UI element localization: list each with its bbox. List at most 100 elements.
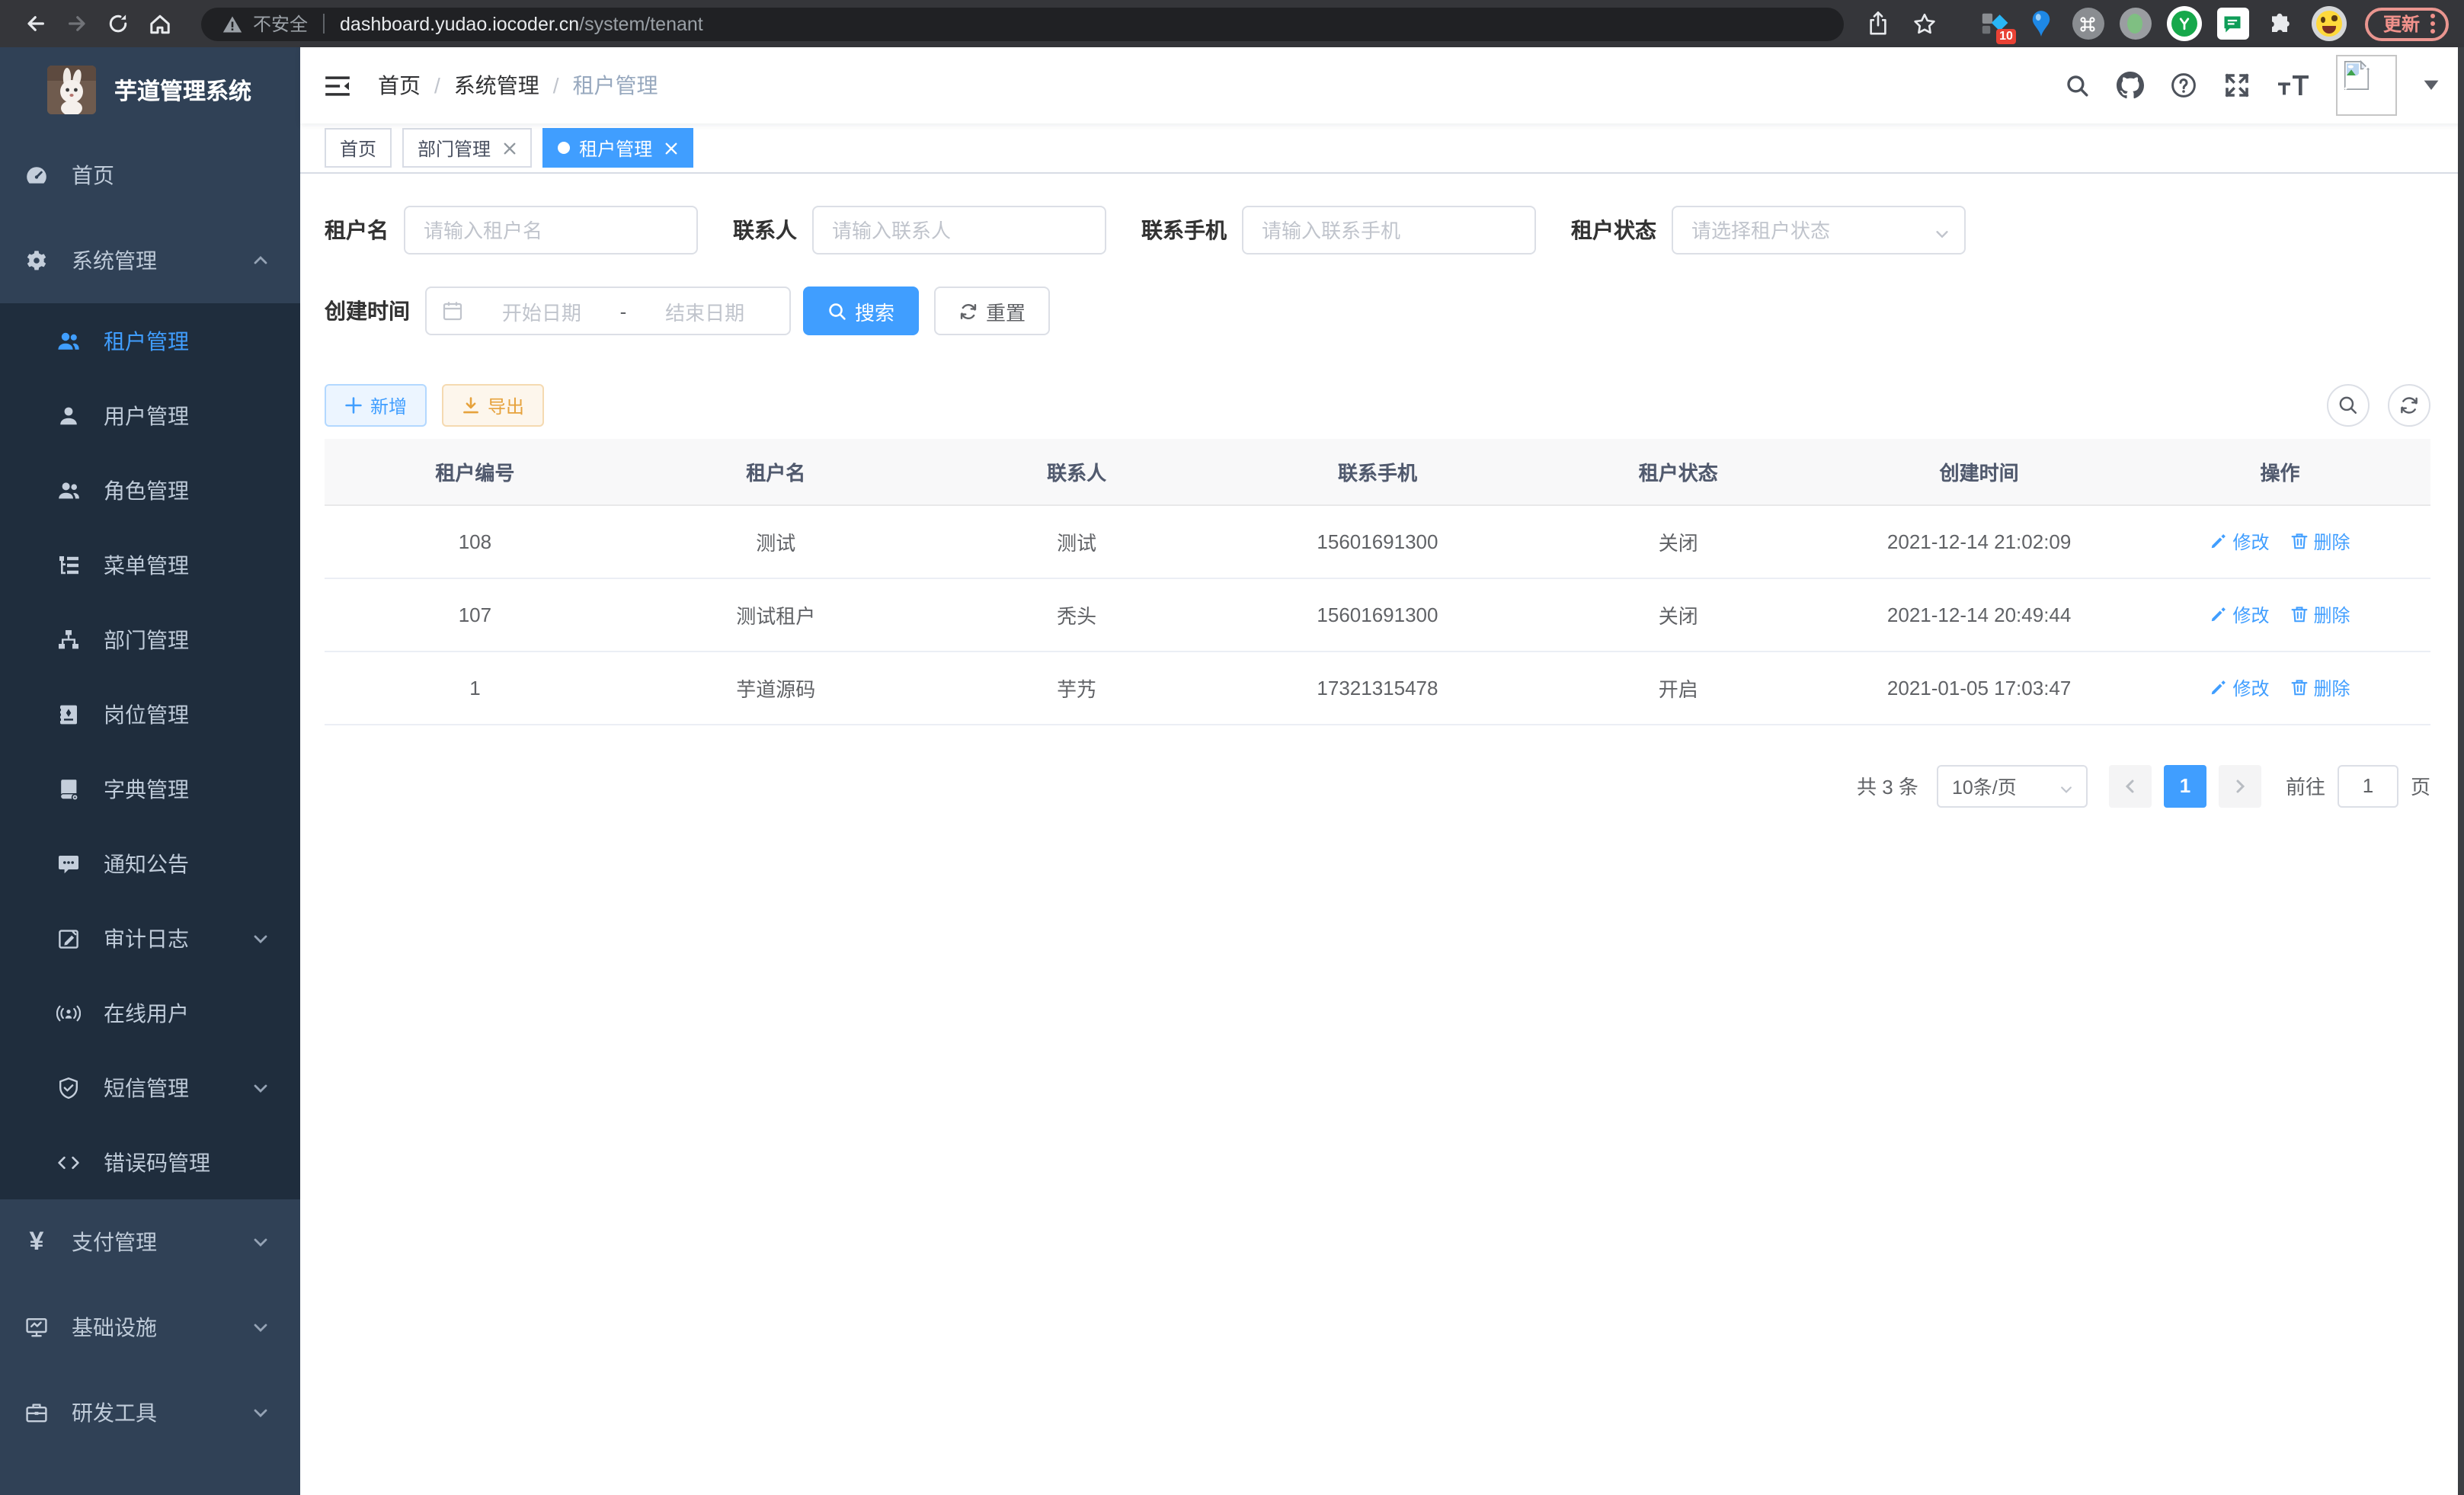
browser-reload-button[interactable] [98, 3, 139, 44]
status-select-input[interactable] [1672, 206, 1966, 255]
goto-page-input[interactable] [2338, 764, 2398, 807]
close-icon[interactable] [503, 141, 517, 155]
sidebar-item-system[interactable]: 系统管理 [0, 218, 300, 303]
help-icon[interactable] [2170, 72, 2197, 99]
tab-tenant[interactable]: 租户管理 [542, 128, 693, 168]
browser-update-button[interactable]: 更新 [2365, 7, 2449, 40]
sidebar-item-label: 角色管理 [104, 475, 189, 505]
add-button[interactable]: 新增 [325, 384, 427, 427]
app-logo[interactable]: 芋道管理系统 [0, 47, 300, 133]
extensions-puzzle-icon[interactable] [2264, 8, 2296, 40]
export-button[interactable]: 导出 [442, 384, 544, 427]
tenant-name-input[interactable] [404, 206, 698, 255]
post-badge-icon [56, 702, 81, 726]
sidebar-item-notice[interactable]: 通知公告 [0, 826, 300, 901]
extension-chat-icon[interactable] [2217, 8, 2249, 40]
address-bar[interactable]: 不安全 dashboard.yudao.iocoder.cn /system/t… [201, 7, 1844, 40]
fullscreen-icon[interactable] [2223, 72, 2251, 99]
sidebar-item-posts[interactable]: 岗位管理 [0, 677, 300, 751]
logo-rabbit-avatar [47, 66, 96, 114]
extension-y-logo-icon[interactable] [2167, 6, 2202, 41]
url-path[interactable]: /system/tenant [579, 13, 703, 34]
search-button[interactable]: 搜索 [803, 287, 919, 335]
breadcrumb-separator: / [553, 73, 559, 98]
prev-page-button[interactable] [2109, 764, 2152, 807]
user-menu-caret-icon[interactable] [2423, 79, 2440, 91]
contact-label: 联系人 [733, 215, 797, 245]
main-area: 首页 / 系统管理 / 租户管理 [300, 47, 2464, 1495]
delete-link[interactable]: 删除 [2291, 674, 2350, 700]
profile-avatar-emoji[interactable] [2312, 6, 2347, 41]
mobile-label: 联系手机 [1141, 215, 1227, 245]
col-contact: 联系人 [926, 439, 1227, 504]
contact-input[interactable] [812, 206, 1106, 255]
sidebar-collapse-icon[interactable] [325, 74, 350, 97]
filter-mobile: 联系手机 [1141, 206, 1536, 255]
font-size-icon[interactable] [2277, 72, 2310, 99]
add-button-label: 新增 [370, 392, 407, 418]
sidebar-item-error-code[interactable]: 错误码管理 [0, 1125, 300, 1199]
sidebar-item-menus[interactable]: 菜单管理 [0, 527, 300, 602]
tab-dept[interactable]: 部门管理 [402, 128, 532, 168]
breadcrumb-system[interactable]: 系统管理 [454, 70, 539, 101]
sidebar-item-depts[interactable]: 部门管理 [0, 602, 300, 677]
tab-home[interactable]: 首页 [325, 128, 392, 168]
sms-shield-icon [56, 1075, 81, 1100]
col-actions: 操作 [2130, 439, 2430, 504]
browser-forward-button[interactable] [56, 3, 98, 44]
sidebar-item-roles[interactable]: 角色管理 [0, 453, 300, 527]
user-avatar-broken-image[interactable] [2336, 55, 2397, 116]
page-number-current[interactable]: 1 [2164, 764, 2206, 807]
security-label[interactable]: 不安全 [253, 11, 308, 37]
sidebar-item-home[interactable]: 首页 [0, 133, 300, 218]
window-scrollbar-edge[interactable] [2458, 47, 2464, 1495]
sidebar-item-dict[interactable]: 字典管理 [0, 751, 300, 826]
extension-pin-icon[interactable] [2025, 8, 2057, 40]
mobile-input[interactable] [1242, 206, 1536, 255]
search-icon[interactable] [2065, 72, 2091, 98]
extension-recorder-icon[interactable] [2120, 8, 2152, 40]
bookmark-star-icon[interactable] [1909, 8, 1941, 40]
date-start-placeholder[interactable]: 开始日期 [472, 296, 611, 325]
url-host[interactable]: dashboard.yudao.iocoder.cn [340, 13, 579, 34]
reset-button[interactable]: 重置 [934, 287, 1050, 335]
date-range-picker[interactable]: 开始日期 - 结束日期 [425, 287, 791, 335]
sidebar-item-online-users[interactable]: 在线用户 [0, 975, 300, 1050]
toggle-search-icon[interactable] [2327, 384, 2370, 427]
tenant-name-label: 租户名 [325, 215, 389, 245]
status-select[interactable] [1672, 206, 1966, 255]
edit-link[interactable]: 修改 [2210, 601, 2270, 627]
extension-command-icon[interactable] [2072, 8, 2104, 40]
edit-link[interactable]: 修改 [2210, 674, 2270, 700]
extension-tag-manager-icon[interactable]: 10 [1978, 8, 2010, 40]
browser-menu-dots-icon[interactable] [2430, 14, 2435, 34]
page-size-value: 10条/页 [1952, 771, 2017, 800]
sidebar-item-tenant[interactable]: 租户管理 [0, 303, 300, 378]
tabs-bar: 首页 部门管理 租户管理 [300, 123, 2464, 174]
sidebar-item-label: 用户管理 [104, 400, 189, 431]
page-size-select[interactable]: 10条/页 [1937, 764, 2088, 807]
browser-back-button[interactable] [15, 3, 56, 44]
sidebar-item-audit-log[interactable]: 审计日志 [0, 901, 300, 975]
col-status: 租户状态 [1528, 439, 1829, 504]
sidebar-item-sms[interactable]: 短信管理 [0, 1050, 300, 1125]
refresh-icon[interactable] [2388, 384, 2430, 427]
col-tenant-id: 租户编号 [325, 439, 626, 504]
github-icon[interactable] [2117, 72, 2144, 99]
breadcrumb-home[interactable]: 首页 [378, 70, 421, 101]
sidebar-item-pay[interactable]: ¥ 支付管理 [0, 1199, 300, 1285]
browser-home-button[interactable] [139, 3, 180, 44]
cell-status: 关闭 [1528, 578, 1829, 651]
not-secure-warning-icon[interactable] [222, 14, 242, 33]
share-icon[interactable] [1862, 8, 1894, 40]
edit-link[interactable]: 修改 [2210, 528, 2270, 554]
next-page-button[interactable] [2219, 764, 2261, 807]
delete-link[interactable]: 删除 [2291, 528, 2350, 554]
sidebar-item-infra[interactable]: 基础设施 [0, 1285, 300, 1370]
close-icon[interactable] [664, 141, 678, 155]
delete-link[interactable]: 删除 [2291, 601, 2350, 627]
breadcrumb-separator: / [434, 73, 440, 98]
sidebar-item-users[interactable]: 用户管理 [0, 378, 300, 453]
sidebar-item-devtools[interactable]: 研发工具 [0, 1370, 300, 1455]
date-end-placeholder[interactable]: 结束日期 [635, 296, 774, 325]
